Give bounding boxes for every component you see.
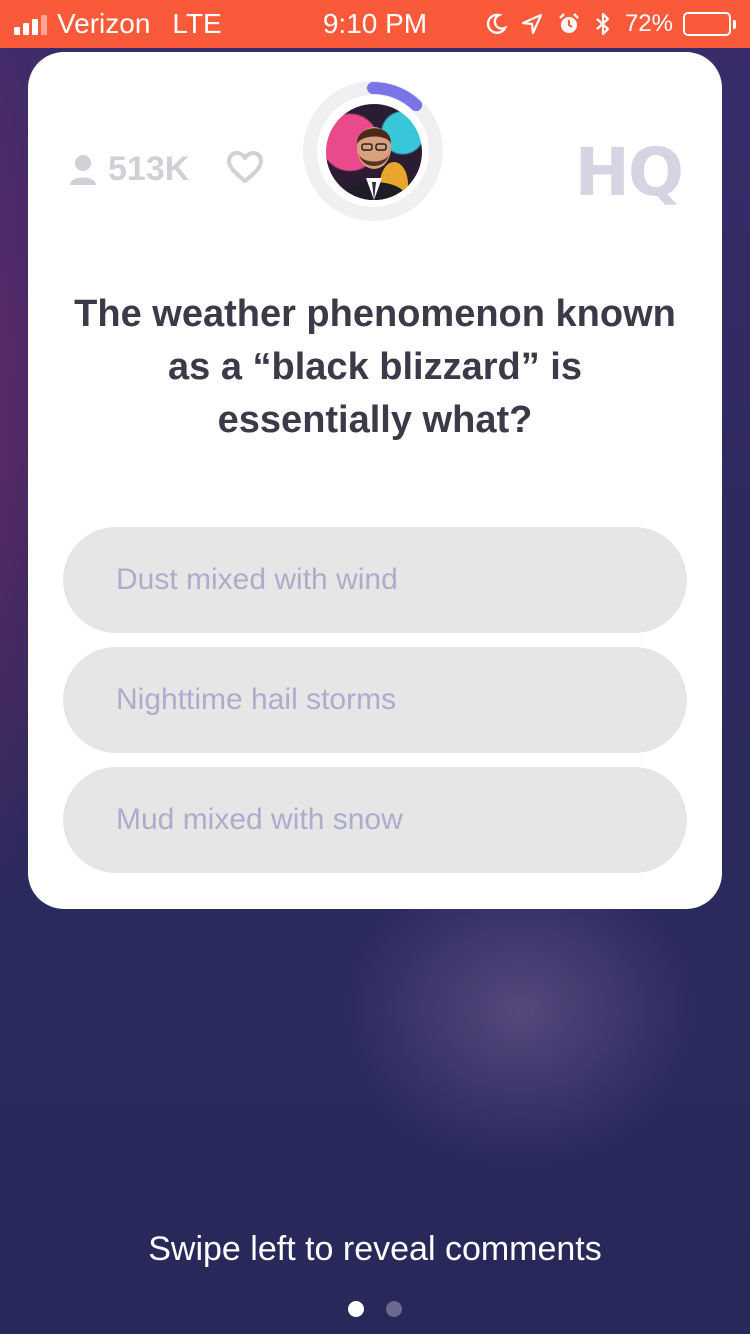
alarm-icon [559, 13, 579, 33]
page-indicator[interactable] [0, 1301, 750, 1317]
host-avatar [326, 104, 422, 200]
status-bar: Verizon LTE 9:10 PM 72% [0, 0, 750, 48]
status-left: Verizon LTE [14, 8, 222, 40]
location-arrow-icon [521, 13, 543, 35]
answer-option-3-label: Mud mixed with snow [116, 803, 403, 836]
page-dot-active[interactable] [348, 1301, 364, 1317]
page-dot-comments[interactable] [386, 1301, 402, 1317]
answer-option-2-label: Nighttime hail storms [116, 683, 397, 716]
question-card: 513K HQ The weather phenomenon known as … [28, 52, 722, 909]
viewer-count-label: 513K [108, 150, 190, 188]
status-right: 72% [471, 10, 736, 38]
carrier-name: Verizon [57, 8, 151, 39]
bluetooth-icon [596, 12, 610, 36]
swipe-hint: Swipe left to reveal comments [148, 1230, 602, 1268]
answer-option-2[interactable]: Nighttime hail storms [63, 647, 687, 753]
hq-logo: HQ [574, 134, 684, 211]
viewer-count: 513K [68, 150, 189, 189]
heart-icon[interactable] [226, 150, 264, 184]
network-type: LTE [172, 8, 222, 39]
answer-option-3[interactable]: Mud mixed with snow [63, 767, 687, 873]
question-text: The weather phenomenon known as a “black… [74, 293, 676, 441]
moon-icon [486, 13, 507, 34]
battery-percent: 72% [624, 10, 673, 37]
person-icon [70, 154, 96, 185]
battery-icon [683, 12, 736, 36]
answer-option-1-label: Dust mixed with wind [116, 563, 398, 596]
signal-strength-icon [14, 13, 47, 35]
answer-option-1[interactable]: Dust mixed with wind [63, 527, 687, 633]
